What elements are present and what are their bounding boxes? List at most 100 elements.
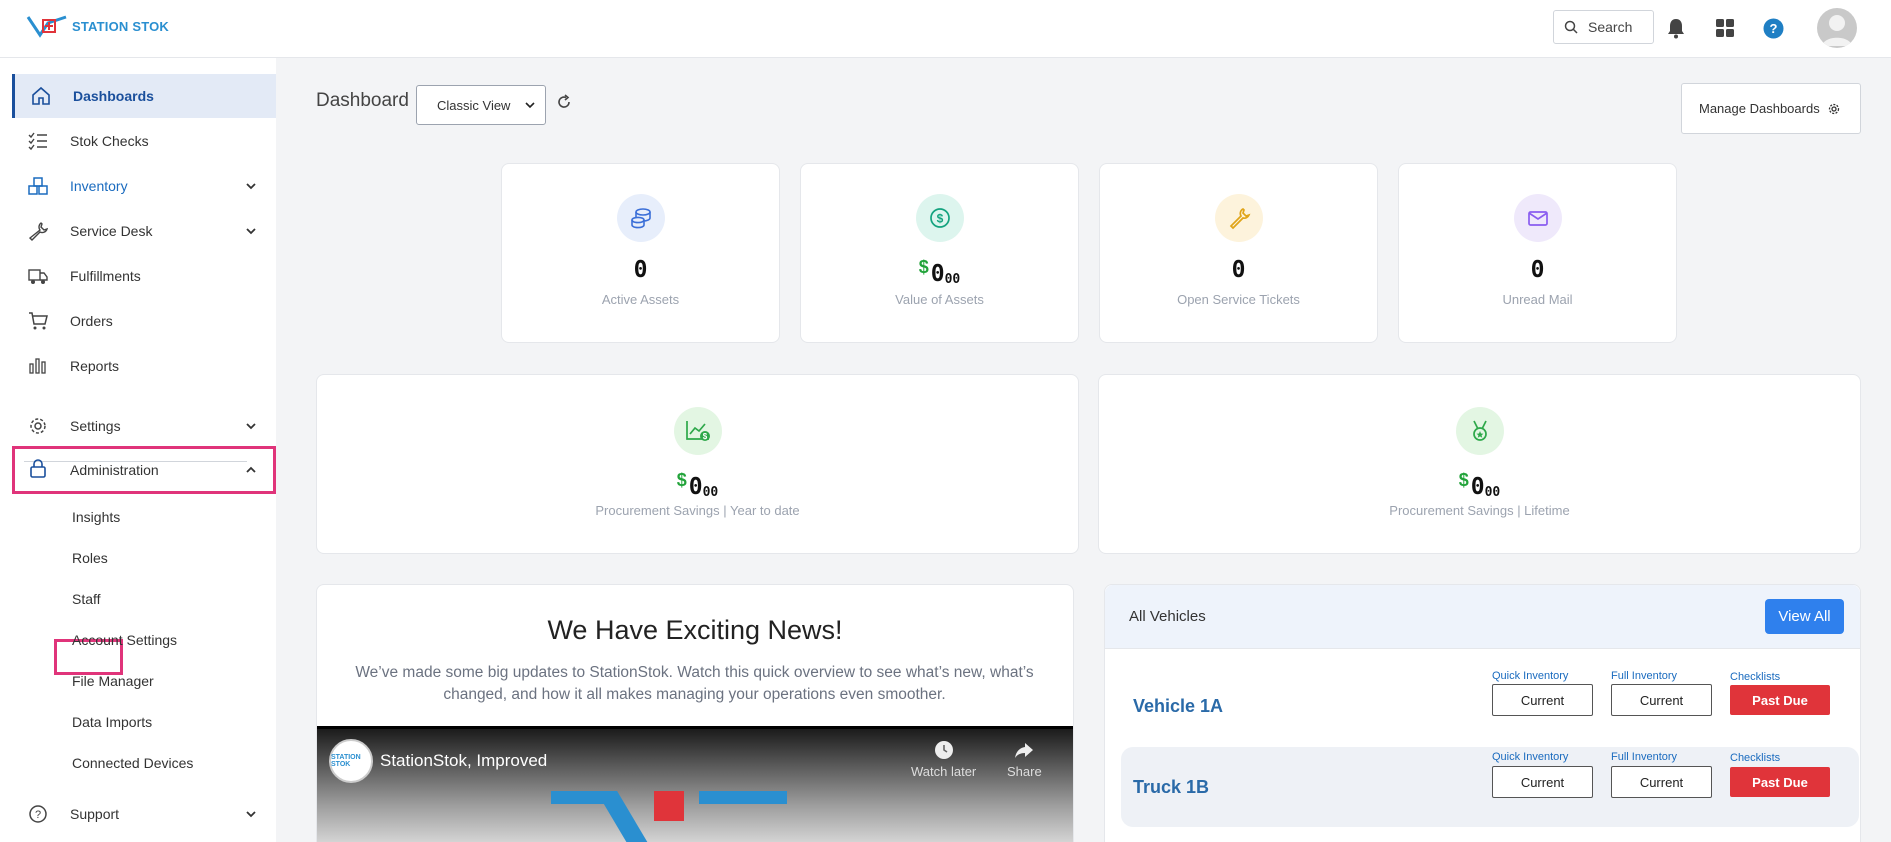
sidebar-item-label: Inventory [70,178,128,194]
sidebar-item-administration[interactable]: Administration [12,446,276,494]
vehicle-name[interactable]: Vehicle 1A [1133,696,1223,717]
checklists-label: Checklists [1730,671,1781,683]
stat-card-open-service-tickets: 0 Open Service Tickets [1099,163,1378,343]
top-bar: STATION STOK Search ? [0,0,1891,58]
news-title: We Have Exciting News! [547,615,843,645]
video-player[interactable]: STATION STOK StationStok, Improved Watch… [317,726,1073,842]
sidebar-item-reports[interactable]: Reports [12,344,276,388]
clock-icon [934,741,953,759]
quick-inventory-status-button[interactable]: Current [1492,684,1593,716]
medal-icon [1456,407,1504,455]
search-icon [1564,20,1578,34]
sidebar-subitem-staff[interactable]: Staff [72,591,101,607]
video-title[interactable]: StationStok, Improved [380,751,547,771]
watch-later-button[interactable]: Watch later [911,739,976,779]
news-body: We’ve made some big updates to StationSt… [355,664,1034,703]
stat-card-value-of-assets: $ $000 Value of Assets [800,163,1079,343]
sidebar-item-inventory[interactable]: Inventory [12,164,276,208]
sidebar-item-settings[interactable]: Settings [12,404,276,448]
sidebar-item-fulfillments[interactable]: Fulfillments [12,254,276,298]
stat-label: Procurement Savings | Lifetime [1389,503,1570,518]
sidebar-subitem-connected-devices[interactable]: Connected Devices [72,755,193,771]
brand-logo[interactable]: STATION STOK [26,14,169,38]
vehicle-row[interactable]: Vehicle 1A Quick Inventory Full Inventor… [1121,667,1859,747]
user-avatar[interactable] [1817,8,1857,48]
savings-chart-icon: $ [674,407,722,455]
vehicles-title: All Vehicles [1129,608,1206,625]
brand-name: STATION STOK [72,18,170,34]
sidebar: Dashboards Stok Checks Inventory Service… [0,58,276,842]
search-button[interactable]: Search [1553,10,1654,44]
logo-mark-icon [26,15,67,38]
sidebar-item-label: Orders [70,313,113,329]
svg-text:?: ? [35,809,41,821]
news-card: We Have Exciting News! We’ve made some b… [316,584,1074,842]
manage-dashboards-button[interactable]: Manage Dashboards [1681,83,1861,134]
checklists-label: Checklists [1730,752,1781,764]
sidebar-subitem-account-settings[interactable]: Account Settings [72,632,177,648]
sidebar-item-label: Dashboards [73,88,154,104]
checklist-icon [28,132,47,151]
sidebar-item-label: Support [70,806,120,822]
notifications-bell-icon[interactable] [1664,16,1688,40]
stat-card-active-assets: 0 Active Assets [501,163,780,343]
help-icon[interactable]: ? [1761,16,1785,40]
gear-icon [30,418,46,434]
quick-inventory-label: Quick Inventory [1492,751,1569,763]
svg-text:$: $ [937,212,944,226]
checklists-status-button[interactable]: Past Due [1730,767,1830,797]
vehicles-card: All Vehicles View All Vehicle 1A Quick I… [1104,584,1861,842]
sidebar-subitem-file-manager[interactable]: File Manager [72,673,154,689]
dashboard-view-select[interactable]: Classic View [416,85,546,125]
cart-icon [29,312,48,330]
sidebar-subitem-data-imports[interactable]: Data Imports [72,714,152,730]
chevron-down-icon [246,183,256,190]
video-logo-icon [551,791,787,842]
chevron-down-icon [525,102,535,109]
view-select-value: Classic View [437,97,511,113]
refresh-icon[interactable] [556,94,572,110]
sidebar-item-label: Reports [70,358,120,374]
page-title: Dashboard [316,90,409,111]
svg-text:$: $ [703,432,708,441]
vehicle-name[interactable]: Truck 1B [1133,777,1209,798]
watch-later-label: Watch later [911,764,977,779]
stat-value: $000 [1458,470,1501,500]
sidebar-item-stok-checks[interactable]: Stok Checks [12,119,276,163]
sidebar-item-orders[interactable]: Orders [12,299,276,343]
bar-chart-icon [29,358,46,374]
view-all-button[interactable]: View All [1765,599,1844,634]
quick-inventory-label: Quick Inventory [1492,670,1569,682]
mail-icon [1514,194,1562,242]
quick-inventory-status-button[interactable]: Current [1492,766,1593,798]
question-circle-icon: ? [29,805,47,823]
stat-value: $000 [918,257,961,287]
apps-grid-icon[interactable] [1713,16,1737,40]
sidebar-subitem-roles[interactable]: Roles [72,550,108,566]
vehicle-row[interactable]: Truck 1B Quick Inventory Full Inventory … [1121,747,1859,827]
sidebar-item-dashboards[interactable]: Dashboards [12,74,276,118]
sidebar-item-service-desk[interactable]: Service Desk [12,209,276,253]
coins-icon [617,194,665,242]
stat-label: Unread Mail [1502,292,1573,307]
channel-avatar[interactable]: STATION STOK [329,739,373,783]
vehicles-header: All Vehicles View All [1105,585,1860,649]
sidebar-item-support[interactable]: ? Support [12,792,276,836]
full-inventory-status-button[interactable]: Current [1611,766,1712,798]
sidebar-item-label: Fulfillments [70,268,141,284]
sidebar-subitem-insights[interactable]: Insights [72,509,120,525]
share-arrow-icon [1015,743,1034,758]
search-label: Search [1588,19,1633,35]
stat-label: Procurement Savings | Year to date [595,503,800,518]
sidebar-item-label: Administration [70,462,159,478]
user-avatar-icon [1822,15,1852,46]
stat-value: $000 [676,470,719,500]
svg-text:?: ? [1769,21,1777,36]
full-inventory-status-button[interactable]: Current [1611,684,1712,716]
chevron-down-icon [246,811,256,818]
checklists-status-button[interactable]: Past Due [1730,685,1830,715]
share-button[interactable]: Share [1007,739,1042,779]
stat-label: Value of Assets [895,292,984,307]
stat-label: Active Assets [601,292,680,307]
chevron-down-icon [246,423,256,430]
